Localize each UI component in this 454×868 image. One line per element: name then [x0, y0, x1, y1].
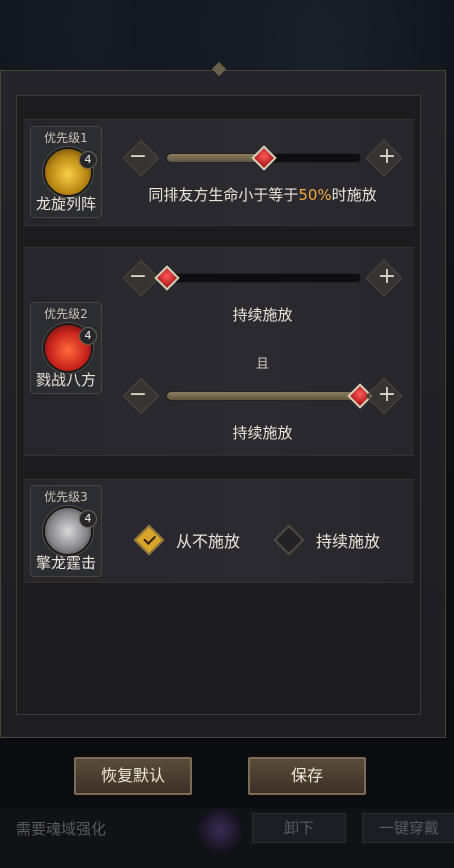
soul-orb-icon — [198, 808, 242, 852]
save-button[interactable]: 保存 — [248, 757, 366, 795]
skill-card[interactable]: 优先级3 4 擎龙霆击 — [30, 485, 102, 577]
skill-row-1: 优先级1 4 龙旋列阵 − + 同排友方生命小于等于50%时施放 — [24, 119, 414, 226]
equip-all-button[interactable]: 一键穿戴 — [362, 813, 454, 843]
slider-track[interactable] — [166, 383, 373, 409]
threshold-value: 50% — [298, 186, 332, 204]
skill-name: 龙旋列阵 — [35, 195, 96, 213]
skill-name: 戮战八方 — [35, 371, 96, 389]
slider-handle[interactable] — [154, 265, 180, 291]
slider-track[interactable] — [154, 265, 361, 291]
priority-label: 优先级3 — [44, 490, 88, 504]
increase-button[interactable]: + — [365, 377, 405, 415]
increase-button[interactable]: + — [365, 259, 405, 297]
condition-text: 同排友方生命小于等于50%时施放 — [148, 186, 377, 204]
skill-cast-settings-screen: 需要魂域强化 卸下 一键穿戴 优先级1 4 龙旋列阵 − + 同排友方生命小于等… — [0, 0, 454, 868]
skill-level-badge: 4 — [79, 327, 97, 345]
skill-row-3: 优先级3 4 擎龙霆击 从不施放 持续施放 — [24, 479, 414, 583]
priority-label: 优先级2 — [44, 307, 88, 321]
condition-slider[interactable]: − + — [120, 377, 405, 415]
slider-fill — [167, 154, 264, 162]
skill-row-2: 优先级2 4 戮战八方 − + 持续施放 且 − + 持续施放 — [24, 247, 414, 456]
priority-label: 优先级1 — [44, 131, 88, 145]
condition-text: 持续施放 — [232, 424, 293, 442]
decrease-button[interactable]: − — [120, 139, 160, 177]
restore-default-button[interactable]: 恢复默认 — [74, 757, 192, 795]
slider-fill — [167, 392, 360, 400]
decrease-button[interactable]: − — [120, 377, 160, 415]
skill-card[interactable]: 优先级1 4 龙旋列阵 — [30, 126, 102, 218]
option-always-cast[interactable]: 持续施放 — [272, 524, 381, 556]
skill-level-badge: 4 — [79, 510, 97, 528]
unload-button[interactable]: 卸下 — [252, 813, 346, 843]
skill-level-badge: 4 — [79, 151, 97, 169]
background-hint-text: 需要魂域强化 — [16, 820, 107, 838]
condition-slider[interactable]: − + — [120, 259, 405, 297]
skill-card[interactable]: 优先级2 4 戮战八方 — [30, 302, 102, 394]
option-label: 从不施放 — [176, 532, 241, 551]
increase-button[interactable]: + — [365, 139, 405, 177]
skill-name: 擎龙霆击 — [35, 554, 96, 572]
option-never-cast[interactable]: 从不施放 — [132, 524, 241, 556]
condition-slider[interactable]: − + — [120, 139, 405, 177]
checkbox-checked-icon[interactable] — [133, 524, 165, 556]
slider-handle[interactable] — [250, 145, 277, 171]
checkbox-unchecked-icon[interactable] — [273, 524, 305, 556]
slider-track[interactable] — [166, 145, 361, 171]
option-label: 持续施放 — [316, 532, 381, 551]
and-joiner: 且 — [255, 357, 269, 372]
condition-text: 持续施放 — [232, 306, 293, 324]
decrease-button[interactable]: − — [120, 259, 160, 297]
